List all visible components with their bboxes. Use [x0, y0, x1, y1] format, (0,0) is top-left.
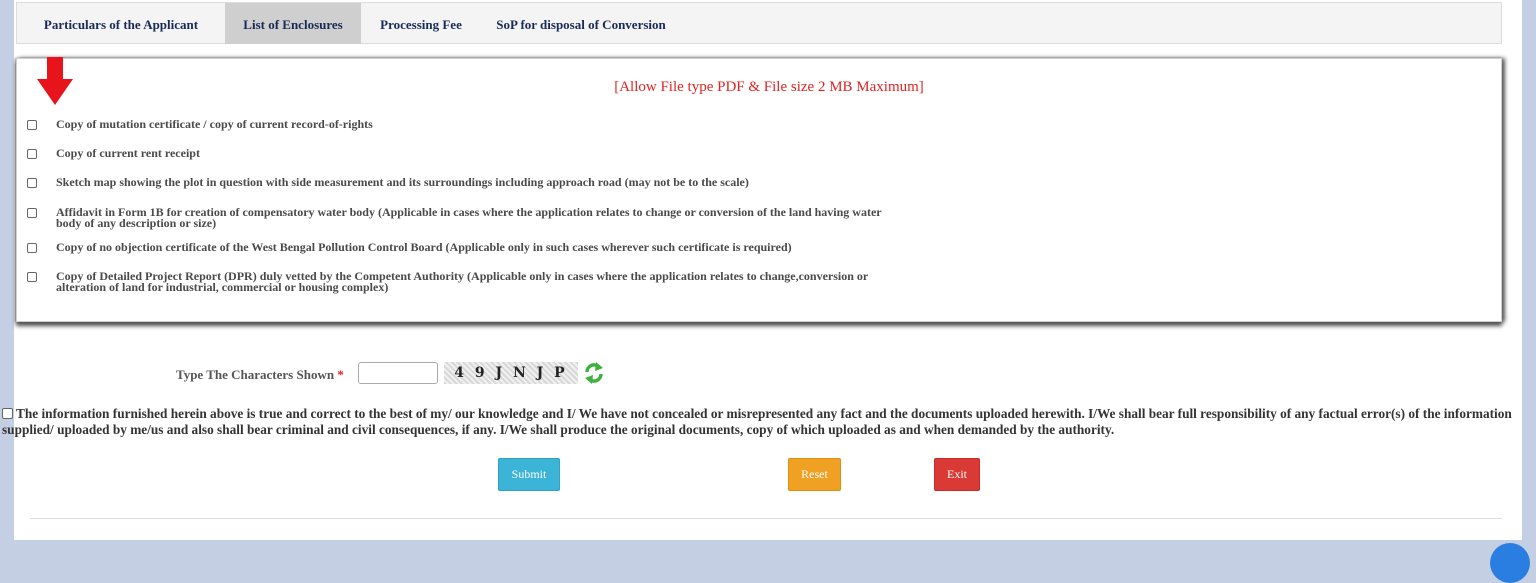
enclosure-checkbox[interactable]: [27, 272, 37, 282]
refresh-icon[interactable]: [583, 361, 605, 385]
enclosure-checkbox[interactable]: [27, 208, 37, 218]
declaration: The information furnished herein above i…: [2, 406, 1532, 438]
enclosure-label: Copy of no objection certificate of the …: [56, 240, 792, 254]
tab-processing-fee[interactable]: Processing Fee: [361, 3, 481, 44]
captcha-input[interactable]: [358, 362, 438, 384]
divider: [30, 518, 1502, 519]
tab-particulars[interactable]: Particulars of the Applicant: [17, 3, 225, 44]
enclosure-checkbox[interactable]: [27, 243, 37, 253]
floating-action-button[interactable]: [1490, 543, 1530, 583]
tab-sop-disposal[interactable]: SoP for disposal of Conversion: [481, 3, 681, 44]
enclosure-checkbox[interactable]: [27, 120, 37, 130]
file-type-notice: [Allow File type PDF & File size 2 MB Ma…: [614, 79, 924, 95]
enclosure-label: Copy of Detailed Project Report (DPR) du…: [56, 270, 1056, 294]
tab-list-of-enclosures[interactable]: List of Enclosures: [225, 3, 361, 44]
captcha-label: Type The Characters Shown *: [176, 367, 344, 382]
required-mark: *: [337, 367, 344, 382]
enclosures-panel: [Allow File type PDF & File size 2 MB Ma…: [16, 57, 1502, 322]
enclosure-label: Affidavit in Form 1B for creation of com…: [56, 206, 1056, 230]
captcha-image: 4 9 J N J P: [444, 362, 578, 384]
enclosure-label: Copy of mutation certificate / copy of c…: [56, 117, 373, 131]
enclosure-label-line2: body of any description or size): [56, 216, 217, 230]
tab-bar: Particulars of the Applicant List of Enc…: [16, 2, 1502, 44]
enclosure-checkbox[interactable]: [27, 178, 37, 188]
enclosure-label: Sketch map showing the plot in question …: [56, 175, 749, 189]
declaration-checkbox[interactable]: [2, 408, 13, 419]
enclosure-label: Copy of current rent receipt: [56, 146, 200, 160]
exit-button[interactable]: Exit: [934, 458, 980, 491]
submit-button[interactable]: Submit: [498, 458, 560, 491]
enclosure-checkbox[interactable]: [27, 149, 37, 159]
enclosure-label-line2: alteration of land for industrial, comme…: [56, 280, 389, 294]
reset-button[interactable]: Reset: [788, 458, 841, 491]
declaration-text: The information furnished herein above i…: [2, 406, 1512, 437]
